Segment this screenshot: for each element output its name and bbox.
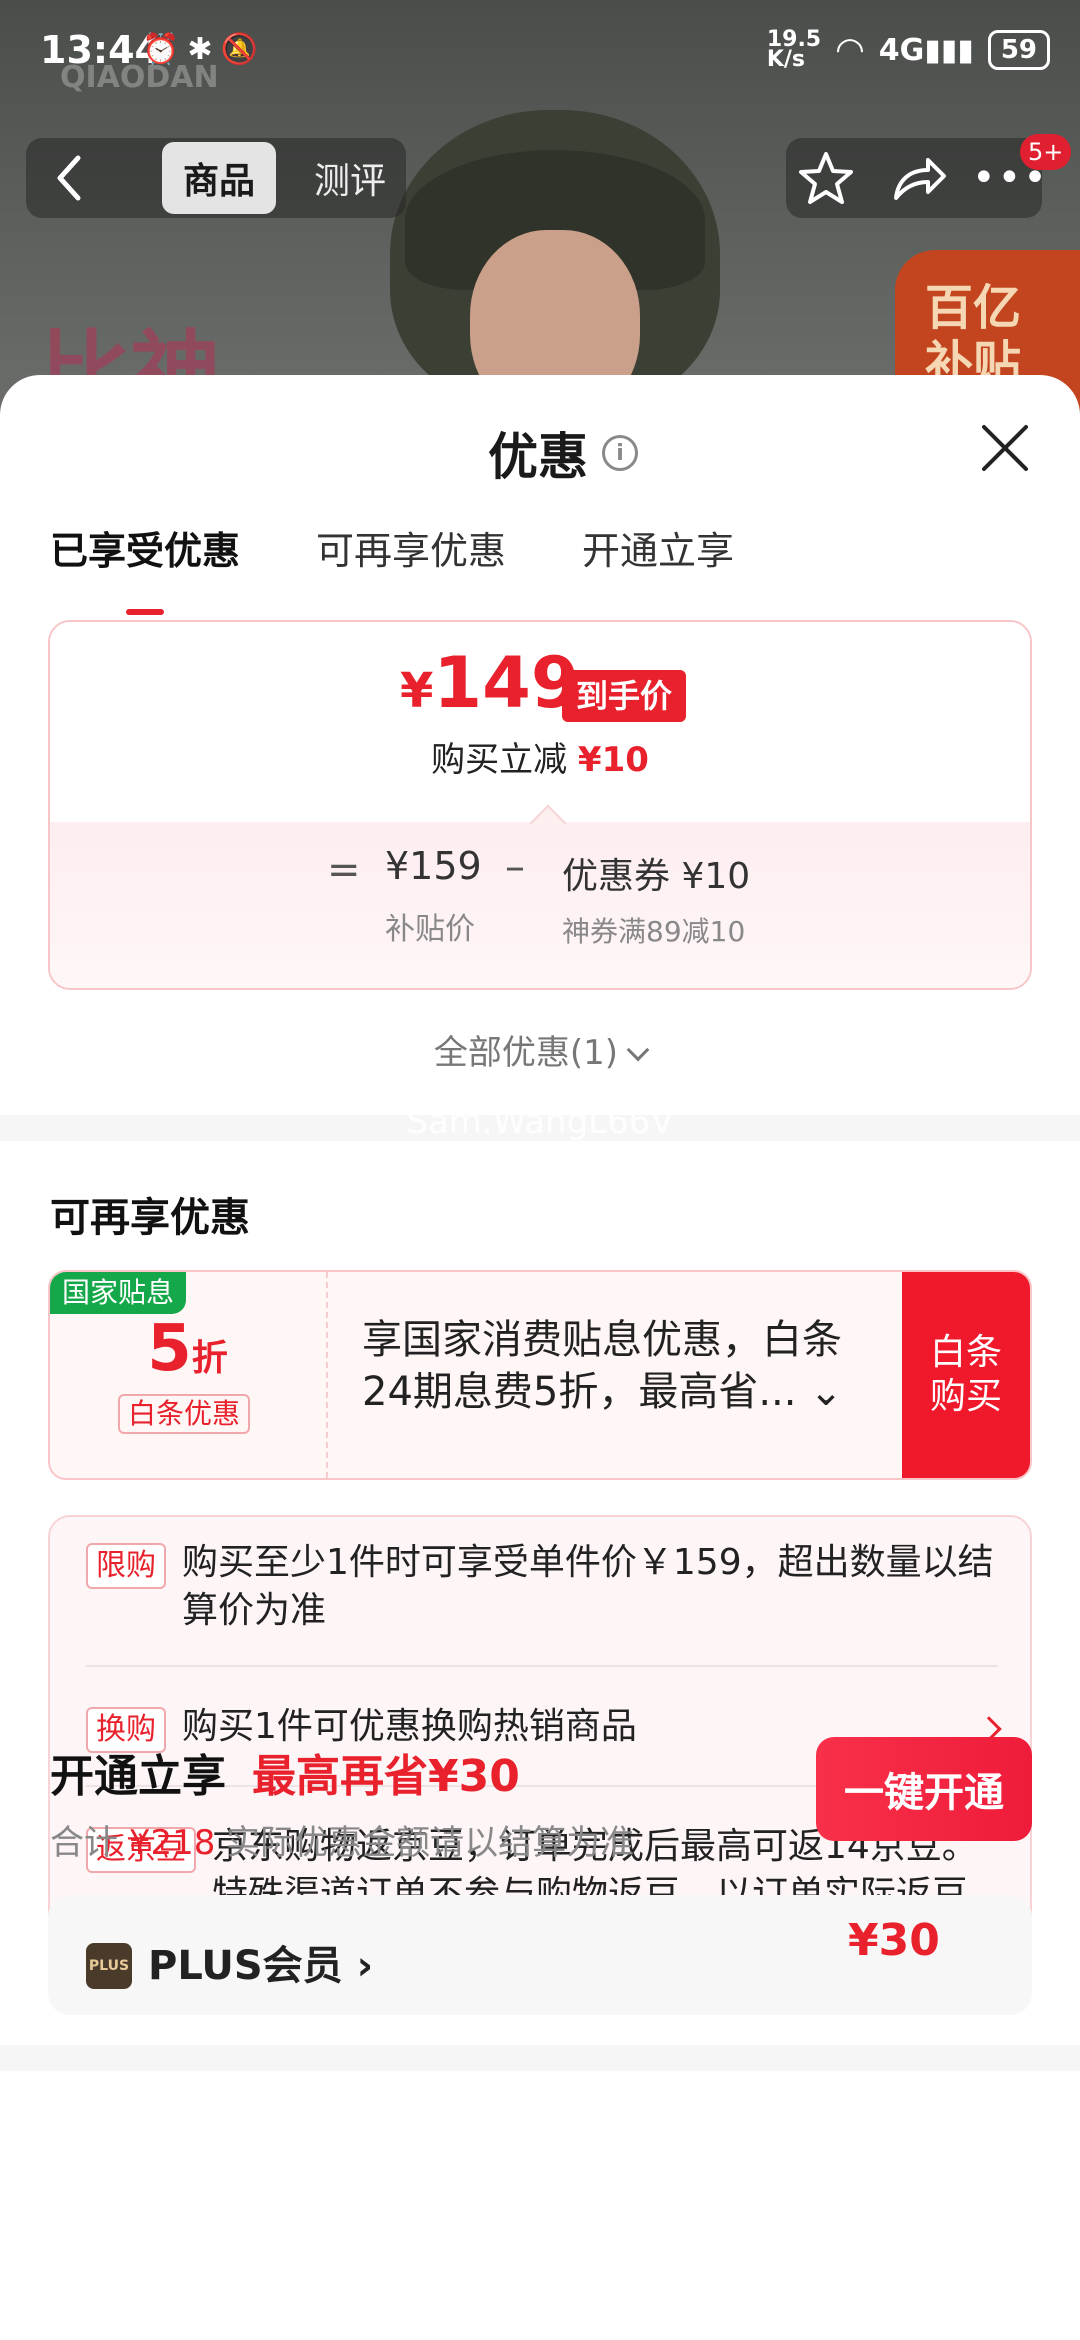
- card-separator: [326, 1272, 328, 1478]
- plus-membership-card[interactable]: PLUS PLUS会员 › ¥30: [48, 1895, 1032, 2015]
- base-price-label: 补贴价: [385, 912, 475, 947]
- close-icon[interactable]: [980, 423, 1030, 473]
- net-speed: 19.5 K/s: [766, 27, 822, 72]
- coupon-label: 神券满89减10: [562, 915, 746, 948]
- open-max-save: 最高再省¥30: [252, 1751, 520, 1802]
- open-total-prefix: 合计: [50, 1823, 118, 1863]
- status-bar: 13:44 ⏰✱🔕 19.5 K/s ◠ 4G▮▮▮ 59: [0, 0, 1080, 100]
- tab-enjoyed[interactable]: 已享受优惠: [50, 520, 240, 575]
- discount-rate-unit: 折: [191, 1338, 228, 1379]
- one-click-open-button[interactable]: 一键开通: [816, 1737, 1032, 1841]
- more-icon[interactable]: •••: [972, 158, 1049, 198]
- discount-rate: 5折: [50, 1312, 325, 1386]
- battery-indicator: 59: [987, 30, 1050, 70]
- rule-text-limit: 购买至少1件时可享受单件价￥159，超出数量以结算价为准: [182, 1542, 994, 1631]
- open-title: 开通立享: [50, 1751, 226, 1802]
- price-bottom: [50, 822, 1030, 988]
- status-icons-right: 19.5 K/s ◠ 4G▮▮▮ 59: [766, 27, 1050, 72]
- coupon-amount: 优惠券 ¥10: [562, 856, 751, 897]
- reduce-line: 购买立减 ¥10: [50, 732, 1030, 781]
- sheet-title-wrap: 优惠 i: [488, 420, 638, 486]
- info-icon[interactable]: i: [602, 435, 638, 471]
- tab-open[interactable]: 开通立享: [582, 520, 734, 575]
- back-icon[interactable]: [50, 150, 90, 206]
- equals-sign: =: [327, 847, 361, 893]
- rule-tag-limit: 限购: [86, 1543, 166, 1589]
- wifi-icon: ◠: [835, 30, 865, 70]
- rule-divider: [86, 1665, 998, 1667]
- base-price: ¥159: [385, 844, 482, 888]
- national-subsidy-desc[interactable]: 享国家消费贴息优惠，白条24期息费5折，最高省... ⌄: [362, 1314, 882, 1418]
- plus-icon: PLUS: [86, 1943, 132, 1989]
- discount-rate-num: 5: [147, 1312, 192, 1386]
- tab-goods[interactable]: 商品: [162, 142, 276, 214]
- cart-badge: 5+: [1020, 134, 1072, 170]
- national-subsidy-tag: 国家贴息: [50, 1272, 187, 1314]
- baitiao-buy-button[interactable]: 白条 购买: [902, 1272, 1030, 1478]
- mute-icon: 🔕: [220, 32, 266, 67]
- bluetooth-icon: ✱: [187, 32, 221, 67]
- alarm-icon: ⏰: [142, 32, 188, 67]
- baitiao-discount-badge: 白条优惠: [118, 1394, 251, 1434]
- chevron-down-icon: [626, 1038, 650, 1062]
- open-total-value: ¥218: [128, 1823, 216, 1863]
- status-icons-left: ⏰✱🔕: [142, 32, 266, 67]
- section-divider: [0, 2045, 1080, 2071]
- all-discounts-label: 全部优惠(1): [433, 1033, 619, 1073]
- open-total-note: 实际优惠金额请以结算为准: [226, 1823, 635, 1863]
- open-total: 合计 ¥218 实际优惠金额请以结算为准: [50, 1815, 634, 1864]
- plus-name: PLUS会员 ›: [148, 1943, 374, 1989]
- more-discounts-title: 可再享优惠: [50, 1195, 250, 1241]
- final-price-tag: 到手价: [562, 670, 687, 722]
- minus-sign: –: [505, 844, 525, 890]
- reduce-amount: ¥10: [577, 740, 649, 780]
- sheet-title: 优惠: [488, 428, 588, 486]
- tab-review[interactable]: 测评: [300, 142, 400, 214]
- signal-icon: 4G▮▮▮: [878, 32, 974, 68]
- reduce-label: 购买立减: [431, 740, 568, 780]
- discount-sheet: 优惠 i 已享受优惠 可再享优惠 开通立享 ¥ 149 到手价 购买立减 ¥10…: [0, 375, 1080, 2340]
- discount-tabs: 已享受优惠 可再享优惠 开通立享: [50, 520, 734, 575]
- national-subsidy-card: 国家贴息 5折 白条优惠 享国家消费贴息优惠，白条24期息费5折，最高省... …: [48, 1270, 1032, 1480]
- share-icon[interactable]: [888, 150, 948, 206]
- final-price-value: 149: [433, 642, 580, 724]
- tab-more[interactable]: 可再享优惠: [316, 520, 506, 575]
- final-price-currency: ¥: [400, 663, 434, 719]
- plus-price: ¥30: [848, 1915, 940, 1966]
- watermark: Sam.WangL66V: [406, 1102, 674, 1142]
- all-discounts-link[interactable]: 全部优惠(1): [0, 1025, 1080, 1074]
- price-breakdown-card: ¥ 149 到手价 购买立减 ¥10 = ¥159 补贴价 – 优惠券 ¥10 …: [48, 620, 1032, 990]
- final-price: ¥ 149: [400, 642, 580, 724]
- favorite-star-icon[interactable]: [796, 148, 856, 208]
